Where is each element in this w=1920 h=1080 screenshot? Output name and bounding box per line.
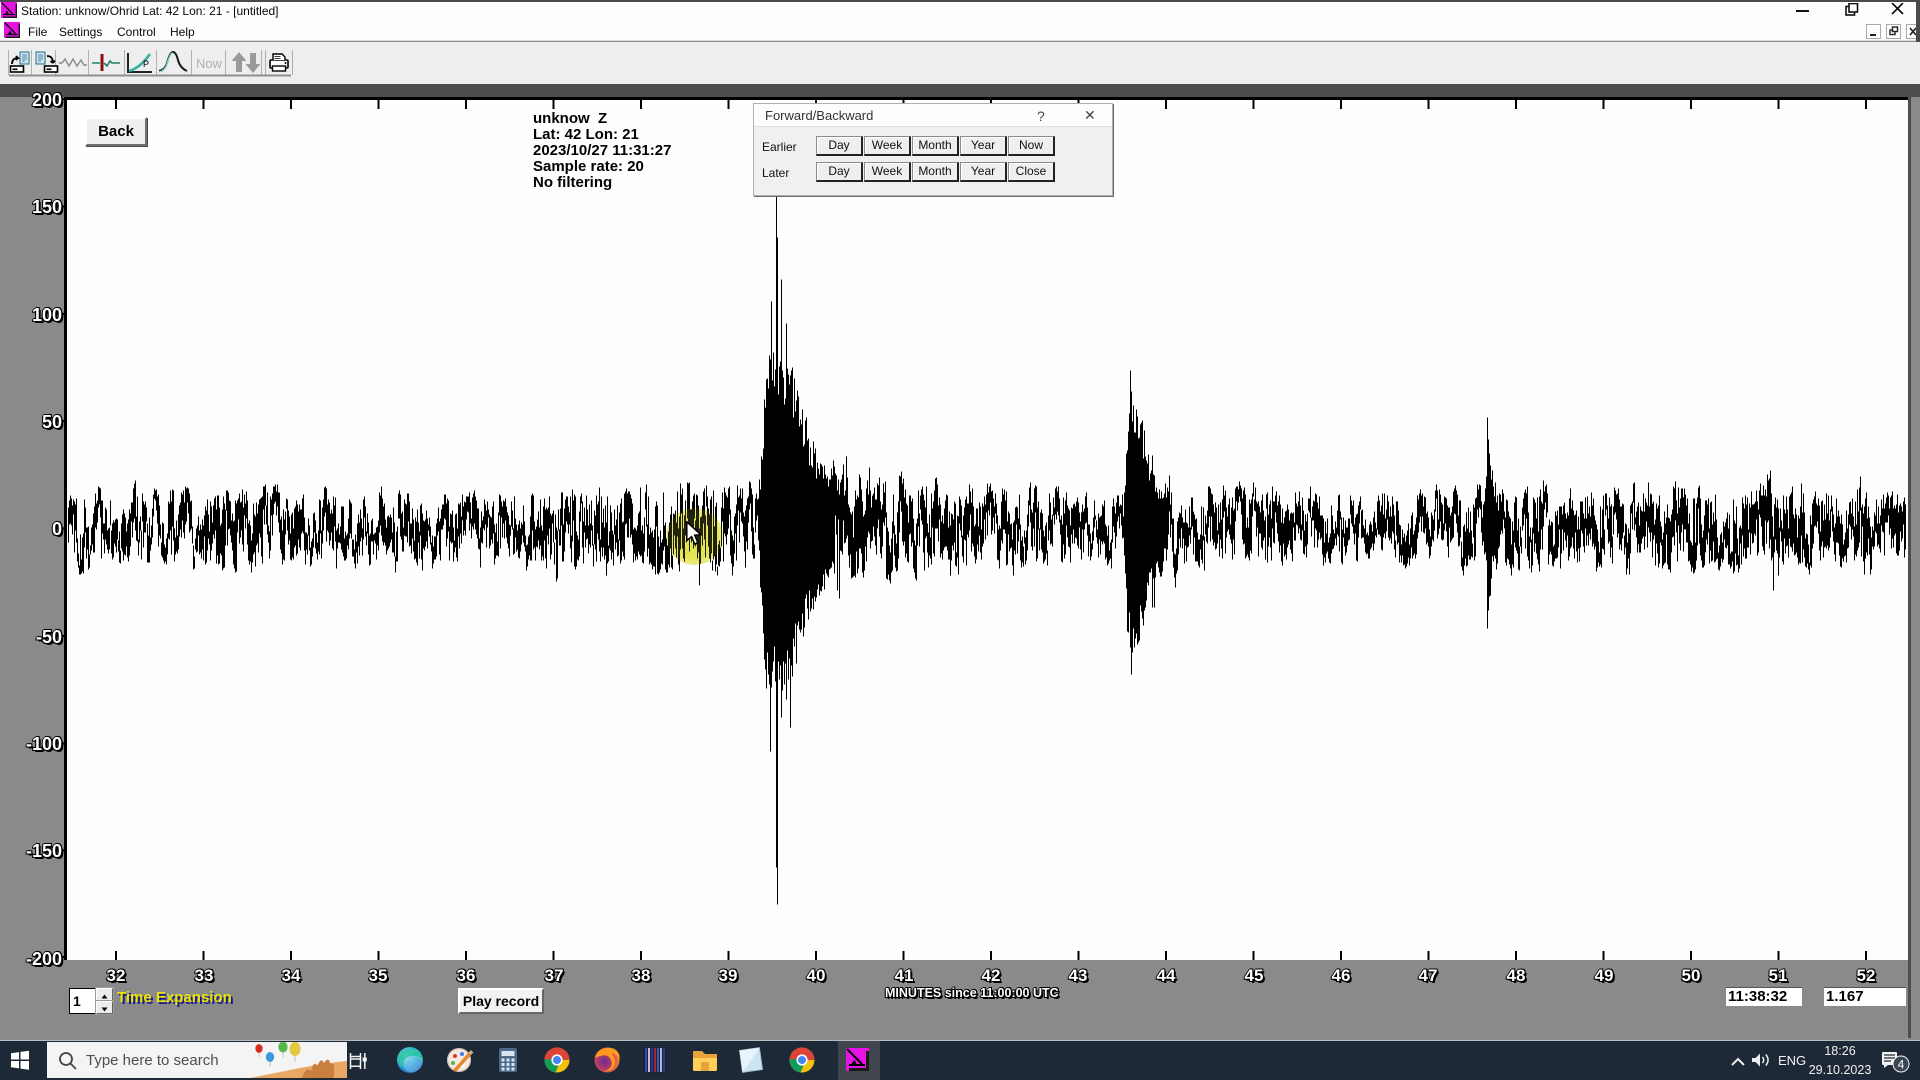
svg-text:Type here to search: Type here to search bbox=[86, 1052, 219, 1069]
svg-text:18:26: 18:26 bbox=[1824, 1044, 1855, 1058]
svg-text:29.10.2023: 29.10.2023 bbox=[1809, 1063, 1872, 1077]
svg-text:Now: Now bbox=[196, 56, 223, 71]
svg-text:ENG: ENG bbox=[1778, 1053, 1806, 1068]
svg-text:4: 4 bbox=[1898, 1058, 1905, 1072]
svg-text:P: P bbox=[143, 59, 149, 69]
